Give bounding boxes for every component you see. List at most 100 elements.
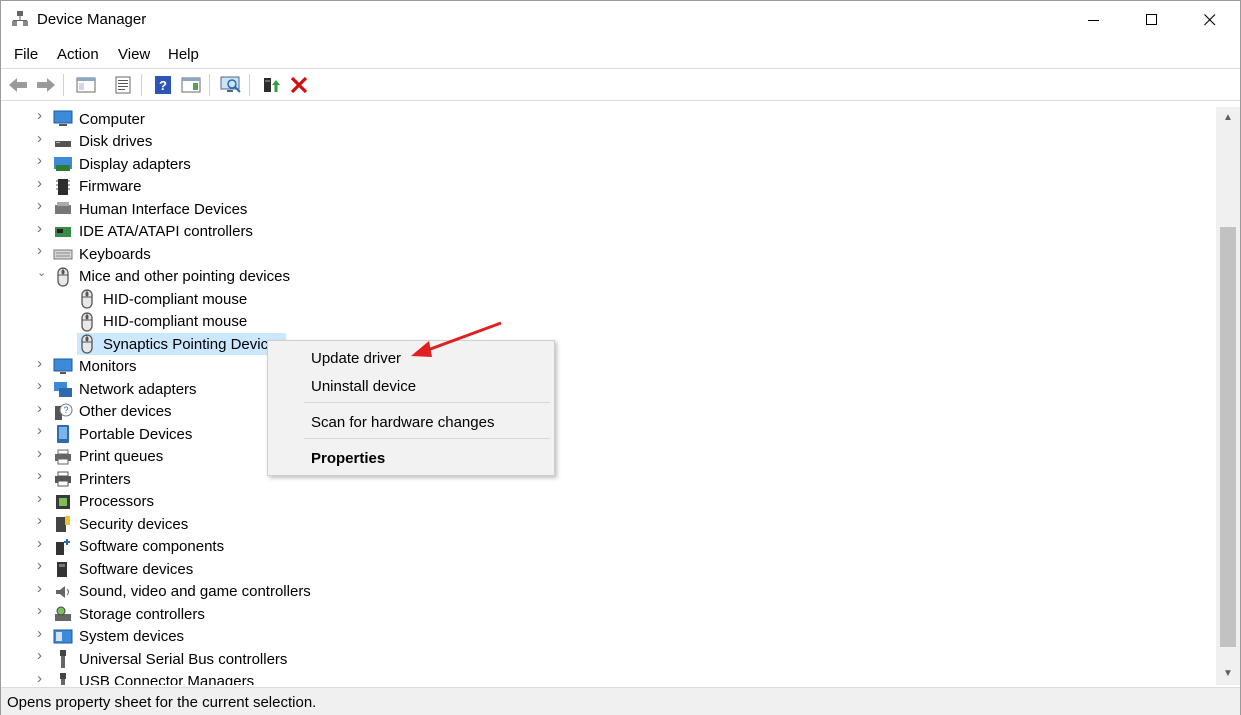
action-pane-button[interactable] bbox=[179, 73, 203, 97]
scan-hardware-button[interactable] bbox=[219, 73, 243, 97]
menu-separator bbox=[304, 402, 550, 403]
window-title: Device Manager bbox=[37, 11, 147, 28]
tree-node-label: Print queues bbox=[79, 448, 164, 465]
chevron-down-icon[interactable]: ⌄ bbox=[37, 267, 47, 278]
tree-node-portable-device[interactable]: Portable Devices bbox=[53, 423, 192, 445]
chevron-right-icon[interactable]: › bbox=[37, 356, 47, 371]
tree-node-storage-controller[interactable]: Storage controllers bbox=[53, 603, 205, 625]
mouse-icon bbox=[81, 334, 93, 354]
tree-node-synaptics-pointing-device[interactable]: Synaptics Pointing Device bbox=[77, 333, 287, 355]
close-button[interactable] bbox=[1181, 1, 1239, 39]
tree-node-ide-controller[interactable]: IDE ATA/ATAPI controllers bbox=[53, 221, 253, 243]
tree-node-hid-mouse[interactable]: HID-compliant mouse bbox=[77, 288, 247, 310]
tree-node-processor[interactable]: Processors bbox=[53, 491, 154, 513]
tree-node-software-component[interactable]: Software components bbox=[53, 536, 224, 558]
properties-button[interactable] bbox=[111, 73, 135, 97]
forward-button[interactable] bbox=[34, 73, 58, 97]
tree-node-system-device[interactable]: System devices bbox=[53, 626, 184, 648]
show-hide-console-tree-button[interactable] bbox=[74, 73, 98, 97]
update-driver-button[interactable] bbox=[259, 73, 283, 97]
menu-view[interactable]: View bbox=[118, 46, 150, 63]
chevron-right-icon[interactable]: › bbox=[37, 221, 47, 236]
chevron-right-icon[interactable]: › bbox=[37, 153, 47, 168]
tree-node-sound[interactable]: Sound, video and game controllers bbox=[53, 581, 311, 603]
menu-uninstall-device[interactable]: Uninstall device bbox=[311, 378, 416, 395]
chevron-right-icon[interactable]: › bbox=[37, 108, 47, 123]
tree-node-disk-drive[interactable]: Disk drives bbox=[53, 131, 152, 153]
chevron-right-icon[interactable]: › bbox=[37, 558, 47, 573]
disk-drive-icon bbox=[55, 140, 71, 147]
chevron-right-icon[interactable]: › bbox=[37, 536, 47, 551]
chevron-right-icon[interactable]: › bbox=[37, 176, 47, 191]
chevron-right-icon[interactable]: › bbox=[37, 401, 47, 416]
minimize-button[interactable] bbox=[1065, 1, 1123, 39]
tree-node-print-queue[interactable]: Print queues bbox=[53, 446, 163, 468]
menu-help[interactable]: Help bbox=[168, 46, 199, 63]
sound-icon bbox=[56, 585, 69, 598]
tree-node-label: HID-compliant mouse bbox=[103, 313, 248, 330]
chevron-right-icon[interactable]: › bbox=[37, 491, 47, 506]
chevron-right-icon[interactable]: › bbox=[37, 423, 47, 438]
uninstall-button[interactable] bbox=[287, 73, 311, 97]
menu-file[interactable]: File bbox=[14, 46, 38, 63]
software-device-icon bbox=[57, 562, 67, 577]
tree-node-mouse[interactable]: Mice and other pointing devices bbox=[53, 266, 290, 288]
minimize-icon bbox=[1088, 20, 1099, 21]
chevron-right-icon[interactable]: › bbox=[37, 648, 47, 663]
tree-node-hid-mouse[interactable]: HID-compliant mouse bbox=[77, 311, 247, 333]
tree-node-usb-connector[interactable]: USB Connector Managers bbox=[53, 671, 255, 685]
console-tree-icon bbox=[76, 77, 96, 93]
monitor-icon bbox=[53, 358, 73, 374]
chevron-right-icon[interactable]: › bbox=[37, 468, 47, 483]
tree-node-printer[interactable]: Printers bbox=[53, 468, 131, 490]
chevron-right-icon[interactable]: › bbox=[37, 671, 47, 686]
update-driver-icon bbox=[264, 78, 280, 92]
other-devices-icon: ? bbox=[55, 403, 73, 420]
network-adapter-icon bbox=[54, 382, 72, 397]
maximize-button[interactable] bbox=[1123, 1, 1181, 39]
tree-node-keyboard[interactable]: Keyboards bbox=[53, 243, 151, 265]
chevron-right-icon[interactable]: › bbox=[37, 131, 47, 146]
status-bar: Opens property sheet for the current sel… bbox=[1, 687, 1240, 715]
scrollbar-thumb[interactable] bbox=[1220, 227, 1236, 647]
tree-node-label: Display adapters bbox=[79, 155, 191, 173]
menu-properties[interactable]: Properties bbox=[311, 450, 385, 467]
tree-node-usb[interactable]: Universal Serial Bus controllers bbox=[53, 648, 287, 670]
vertical-scrollbar[interactable]: ▲ ▼ bbox=[1216, 107, 1240, 685]
tree-node-label: Other devices bbox=[79, 403, 172, 420]
help-button[interactable]: ? bbox=[151, 73, 175, 97]
mouse-icon bbox=[81, 311, 93, 332]
toolbar-separator bbox=[249, 74, 250, 96]
toolbar-separator bbox=[209, 74, 210, 96]
back-button[interactable] bbox=[6, 73, 30, 97]
tree-node-other-devices[interactable]: ? Other devices bbox=[53, 401, 172, 423]
tree-node-monitor[interactable]: Monitors bbox=[53, 356, 137, 378]
tree-node-software-device[interactable]: Software devices bbox=[53, 558, 193, 580]
scroll-down-arrow-icon[interactable]: ▼ bbox=[1216, 663, 1240, 683]
chevron-right-icon[interactable]: › bbox=[37, 446, 47, 461]
tree-node-label: Portable Devices bbox=[79, 425, 193, 443]
menu-action[interactable]: Action bbox=[57, 46, 99, 63]
chevron-right-icon[interactable]: › bbox=[37, 581, 47, 596]
chevron-right-icon[interactable]: › bbox=[37, 603, 47, 618]
tree-node-label: USB Connector Managers bbox=[79, 673, 255, 685]
chevron-right-icon[interactable]: › bbox=[37, 198, 47, 213]
tree-node-computer[interactable]: Computer bbox=[53, 108, 145, 130]
chevron-right-icon[interactable]: › bbox=[37, 513, 47, 528]
keyboard-icon bbox=[53, 249, 73, 260]
menu-scan-hardware[interactable]: Scan for hardware changes bbox=[311, 414, 494, 431]
tree-node-firmware[interactable]: Firmware bbox=[53, 176, 142, 198]
tree-node-network-adapter[interactable]: Network adapters bbox=[53, 378, 197, 400]
tree-node-security-device[interactable]: Security devices bbox=[53, 513, 188, 535]
tree-node-label: Network adapters bbox=[79, 380, 197, 398]
chevron-right-icon[interactable]: › bbox=[37, 626, 47, 641]
tree-node-display-adapter[interactable]: Display adapters bbox=[53, 153, 191, 175]
chevron-right-icon[interactable]: › bbox=[37, 378, 47, 393]
mouse-icon bbox=[81, 289, 93, 309]
tree-node-hid[interactable]: Human Interface Devices bbox=[53, 198, 247, 220]
uninstall-icon bbox=[290, 76, 308, 94]
scan-hardware-icon bbox=[220, 76, 241, 93]
scroll-up-arrow-icon[interactable]: ▲ bbox=[1216, 107, 1240, 127]
menu-update-driver[interactable]: Update driver bbox=[311, 350, 401, 367]
chevron-right-icon[interactable]: › bbox=[37, 243, 47, 258]
